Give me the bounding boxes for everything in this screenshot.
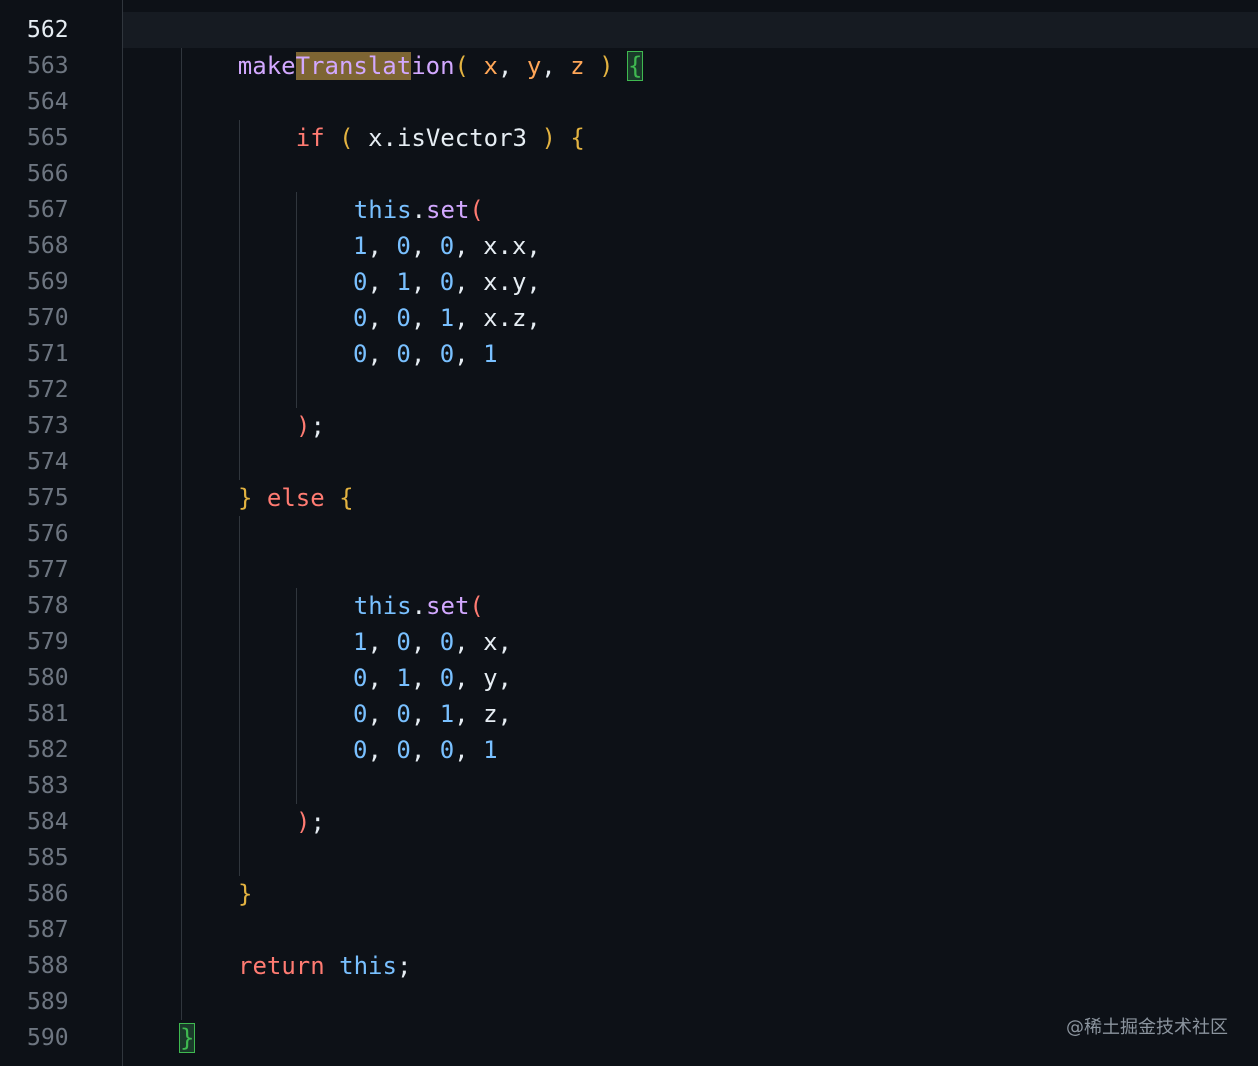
keyword-else: else <box>252 484 340 512</box>
line-number: 582 <box>27 737 69 763</box>
line-number: 566 <box>27 161 69 187</box>
line-number: 563 <box>27 53 69 79</box>
param-y: y <box>526 52 542 80</box>
line-number: 575 <box>27 485 69 511</box>
line-number: 590 <box>27 1025 69 1051</box>
line-number: 584 <box>27 809 69 835</box>
line-number: 569 <box>27 269 69 295</box>
code-line-562[interactable]: makeTranslation( x, y, z ) { <box>180 12 644 81</box>
line-number: 572 <box>27 377 69 403</box>
param-z: z <box>570 52 585 80</box>
line-number: 571 <box>27 341 69 367</box>
indent-guide <box>239 516 240 876</box>
keyword-return: return <box>238 952 325 980</box>
keyword-if: if <box>295 124 325 152</box>
line-number: 583 <box>27 773 69 799</box>
code-line-575[interactable]: } else { <box>238 480 354 516</box>
line-number: 579 <box>27 629 69 655</box>
code-line-564[interactable]: if ( x.isVector3 ) { <box>238 84 585 152</box>
code-line-571[interactable]: 0, 0, 0, 1 <box>353 336 498 372</box>
code-line-588[interactable]: return this; <box>238 948 411 984</box>
code-line-579[interactable]: 1, 0, 0, x, <box>353 624 512 660</box>
line-number: 568 <box>27 233 69 259</box>
code-line-582[interactable]: 0, 0, 0, 1 <box>353 732 498 768</box>
code-line-581[interactable]: 0, 0, 1, z, <box>353 696 512 732</box>
bracket-match-open: { <box>626 51 644 81</box>
bracket-match-close: } <box>178 1023 196 1053</box>
line-number: 573 <box>27 413 69 439</box>
line-number: 567 <box>27 197 69 223</box>
code-line-566[interactable]: this.set( <box>296 156 484 224</box>
line-number: 589 <box>27 989 69 1015</box>
line-number: 587 <box>27 917 69 943</box>
code-line-590[interactable]: } <box>178 1020 196 1056</box>
line-number: 586 <box>27 881 69 907</box>
code-line-586[interactable]: } <box>238 876 252 912</box>
line-number: 564 <box>27 89 69 115</box>
indent-guide <box>181 48 182 1020</box>
line-number: 562 <box>27 17 69 43</box>
param-x: x <box>483 52 498 80</box>
line-number: 581 <box>27 701 69 727</box>
line-number: 585 <box>27 845 69 871</box>
search-match-highlight: Translat <box>295 52 412 80</box>
line-number: 588 <box>27 953 69 979</box>
line-number: 576 <box>27 521 69 547</box>
function-name: makeTranslation <box>237 52 455 80</box>
line-number: 577 <box>27 557 69 583</box>
code-line-584[interactable]: ); <box>296 804 325 840</box>
brace: { <box>570 124 585 152</box>
code-line-573[interactable]: ); <box>296 408 325 444</box>
line-number-gutter[interactable]: 562 563 564 565 566 567 568 569 570 571 … <box>0 0 123 1066</box>
code-line-577[interactable]: this.set( <box>296 552 484 620</box>
line-number: 570 <box>27 305 69 331</box>
code-editor[interactable]: 562 563 564 565 566 567 568 569 570 571 … <box>0 0 1258 1066</box>
watermark: @稀土掘金技术社区 <box>1066 1017 1228 1038</box>
code-line-570[interactable]: 0, 0, 1, x.z, <box>353 300 541 336</box>
line-number: 565 <box>27 125 69 151</box>
line-number: 574 <box>27 449 69 475</box>
line-number: 580 <box>27 665 69 691</box>
code-line-580[interactable]: 0, 1, 0, y, <box>353 660 512 696</box>
code-line-569[interactable]: 0, 1, 0, x.y, <box>353 264 541 300</box>
code-line-568[interactable]: 1, 0, 0, x.x, <box>353 228 541 264</box>
line-number: 578 <box>27 593 69 619</box>
